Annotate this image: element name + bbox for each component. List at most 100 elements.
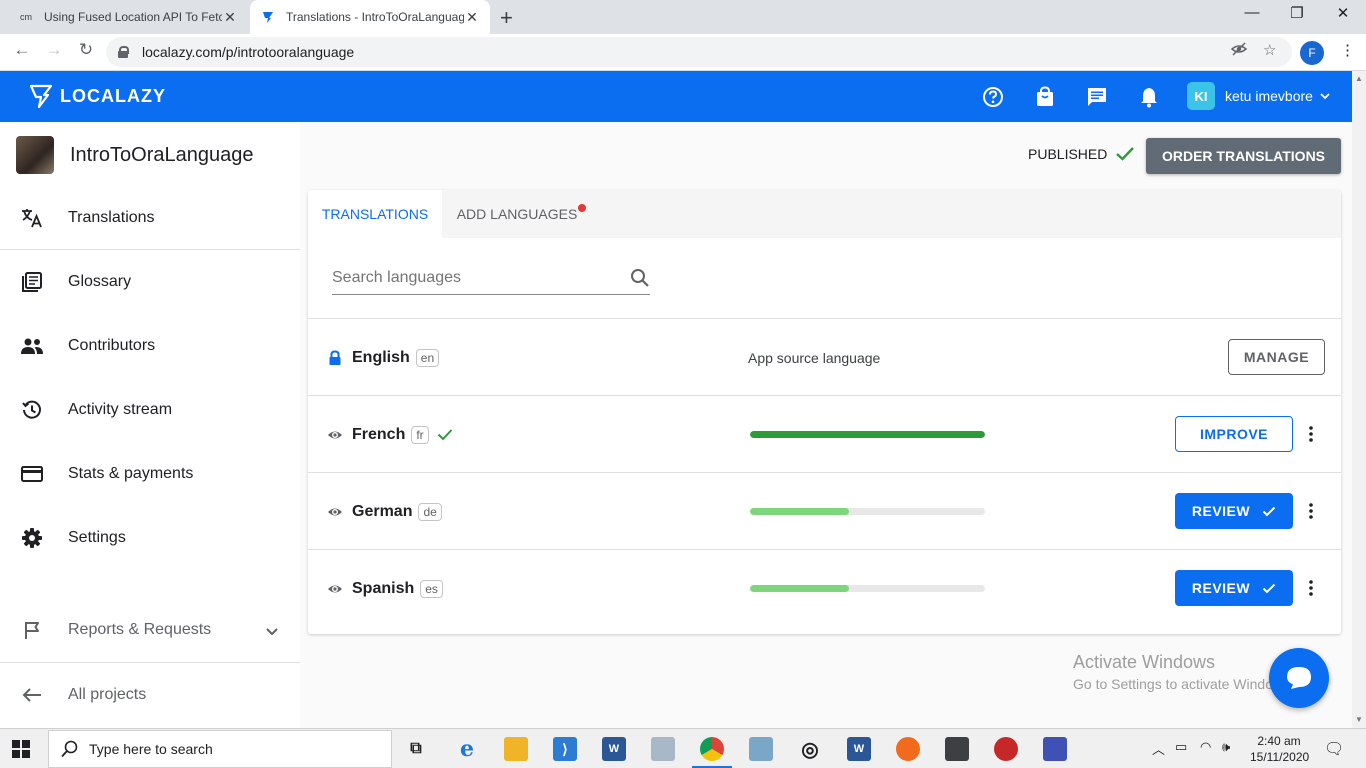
back-icon[interactable]: ← <box>10 40 34 60</box>
notifications-bell-icon[interactable] <box>1137 85 1161 109</box>
search-icon[interactable] <box>630 268 650 288</box>
camera-icon[interactable] <box>945 737 969 761</box>
sidebar-item-label: Reports & Requests <box>68 621 212 638</box>
close-window-icon[interactable]: ✕ <box>1328 4 1358 22</box>
browser-tab-1[interactable]: cm Using Fused Location API To Fetc ✕ <box>8 0 248 34</box>
order-translations-button[interactable]: ORDER TRANSLATIONS <box>1146 138 1341 174</box>
menu-kebab-icon[interactable]: ⋮ <box>1340 41 1355 59</box>
lock-icon <box>118 46 129 58</box>
sidebar-item-activity-stream[interactable]: Activity stream <box>0 378 300 442</box>
tab-translations[interactable]: TRANSLATIONS <box>308 190 442 238</box>
sidebar-item-stats-payments[interactable]: Stats & payments <box>0 442 300 506</box>
more-options-icon[interactable] <box>1304 578 1318 598</box>
language-code-badge: de <box>418 502 442 521</box>
reload-icon[interactable]: ↻ <box>74 40 98 60</box>
sidebar-item-label: Contributors <box>68 337 156 354</box>
search-languages <box>332 262 650 295</box>
chrome-browser-icon[interactable] <box>700 737 724 761</box>
star-icon[interactable]: ☆ <box>1263 41 1276 59</box>
browser-tab-strip: cm Using Fused Location API To Fetc ✕ Tr… <box>0 0 1366 34</box>
notepad-icon[interactable] <box>749 737 773 761</box>
word-pad-icon[interactable]: W <box>602 737 626 761</box>
sidebar-item-reports-requests[interactable]: Reports & Requests <box>0 598 300 662</box>
tab-title: Using Fused Location API To Fetc <box>44 10 222 24</box>
localazy-logo[interactable]: LOCALAZY <box>30 84 166 108</box>
windows-taskbar: Type here to search ⧉ e ⟩ W ◎ W ︿ ▭ ◠ 🕪 … <box>0 728 1366 768</box>
notification-center-icon[interactable]: 🗨 <box>1324 739 1344 759</box>
tab-title: Translations - IntroToOraLanguag <box>286 10 464 24</box>
project-header: IntroToOraLanguage <box>16 136 253 174</box>
language-row-spanish: Spanish es REVIEW <box>308 549 1341 626</box>
browser-tab-2[interactable]: Translations - IntroToOraLanguag ✕ <box>250 0 490 34</box>
microsoft-word-icon[interactable]: W <box>847 737 871 761</box>
scroll-down-icon[interactable]: ▼ <box>1355 715 1363 724</box>
swift-app-icon[interactable] <box>896 737 920 761</box>
sidebar-item-contributors[interactable]: Contributors <box>0 314 300 378</box>
button-label: REVIEW <box>1191 503 1251 519</box>
wifi-icon[interactable]: ◠ <box>1200 739 1211 755</box>
sidebar-item-settings[interactable]: Settings <box>0 506 300 570</box>
check-icon <box>1262 583 1276 593</box>
tab-label: ADD LANGUAGES <box>456 206 578 222</box>
manage-button[interactable]: MANAGE <box>1228 339 1325 375</box>
shopping-bag-icon[interactable] <box>1033 85 1057 109</box>
address-bar[interactable]: localazy.com/p/introtooralanguage <box>106 37 1292 67</box>
user-menu[interactable]: KI ketu imevbore <box>1187 82 1331 110</box>
tab-label: TRANSLATIONS <box>321 206 429 222</box>
page-scrollbar[interactable]: ▲ ▼ <box>1352 71 1366 728</box>
minimize-icon[interactable]: — <box>1237 4 1267 21</box>
history-icon <box>0 399 68 421</box>
sidebar-item-all-projects[interactable]: All projects <box>0 663 300 727</box>
chevron-down-icon <box>1320 93 1330 100</box>
review-button[interactable]: REVIEW <box>1175 570 1293 606</box>
clock-time: 2:40 am <box>1257 734 1301 748</box>
app-header: LOCALAZY KI ketu imevbore <box>0 71 1352 122</box>
sidebar-item-translations[interactable]: Translations <box>0 186 300 250</box>
battery-icon[interactable]: ▭ <box>1175 739 1187 755</box>
project-name: IntroToOraLanguage <box>70 143 254 166</box>
system-clock[interactable]: 2:40 am 15/11/2020 <box>1250 733 1309 765</box>
taskbar-search[interactable]: Type here to search <box>48 730 392 768</box>
sidebar-item-glossary[interactable]: Glossary <box>0 250 300 314</box>
media-app-icon[interactable] <box>1043 737 1067 761</box>
forward-icon[interactable]: → <box>42 40 66 60</box>
eye-off-icon[interactable] <box>1230 41 1248 61</box>
visual-studio-code-icon[interactable]: ⟩ <box>553 737 577 761</box>
edge-browser-icon[interactable]: e <box>455 736 479 762</box>
more-options-icon[interactable] <box>1304 424 1318 444</box>
chat-icon[interactable] <box>1085 85 1109 109</box>
task-view-icon[interactable]: ⧉ <box>404 737 428 761</box>
new-tab-button[interactable]: + <box>500 5 513 31</box>
activate-windows-watermark: Activate Windows Go to Settings to activ… <box>1073 652 1294 692</box>
close-tab-icon[interactable]: ✕ <box>464 9 480 26</box>
game-app-icon[interactable] <box>994 737 1018 761</box>
progress-bar <box>750 431 985 438</box>
search-input[interactable] <box>332 269 612 287</box>
support-chat-button[interactable] <box>1269 648 1329 708</box>
published-status: PUBLISHED <box>1028 146 1135 162</box>
languages-card: TRANSLATIONS ADD LANGUAGES English en Ap… <box>308 190 1341 634</box>
profile-avatar[interactable]: F <box>1300 41 1324 65</box>
show-hidden-icons-icon[interactable]: ︿ <box>1152 739 1165 758</box>
card-tabs: TRANSLATIONS ADD LANGUAGES <box>308 190 1341 238</box>
improve-button[interactable]: IMPROVE <box>1175 416 1293 452</box>
review-button[interactable]: REVIEW <box>1175 493 1293 529</box>
more-options-icon[interactable] <box>1304 501 1318 521</box>
localazy-favicon-icon <box>260 9 276 25</box>
media-player-icon[interactable]: ◎ <box>798 737 822 761</box>
volume-icon[interactable]: 🕪 <box>1222 739 1230 755</box>
progress-bar <box>750 585 985 592</box>
windows-start-icon[interactable] <box>12 740 30 763</box>
tab-add-languages[interactable]: ADD LANGUAGES <box>442 190 592 238</box>
photo-viewer-icon[interactable] <box>651 737 675 761</box>
flag-icon <box>0 620 68 640</box>
restore-icon[interactable]: ❐ <box>1282 4 1312 22</box>
search-icon <box>61 740 78 758</box>
file-explorer-icon[interactable] <box>504 737 528 761</box>
people-icon <box>0 337 68 355</box>
close-tab-icon[interactable]: ✕ <box>222 9 238 26</box>
scroll-up-icon[interactable]: ▲ <box>1355 74 1363 83</box>
help-icon[interactable] <box>981 85 1005 109</box>
language-name: Spanish <box>352 579 415 597</box>
progress-bar <box>750 508 985 515</box>
